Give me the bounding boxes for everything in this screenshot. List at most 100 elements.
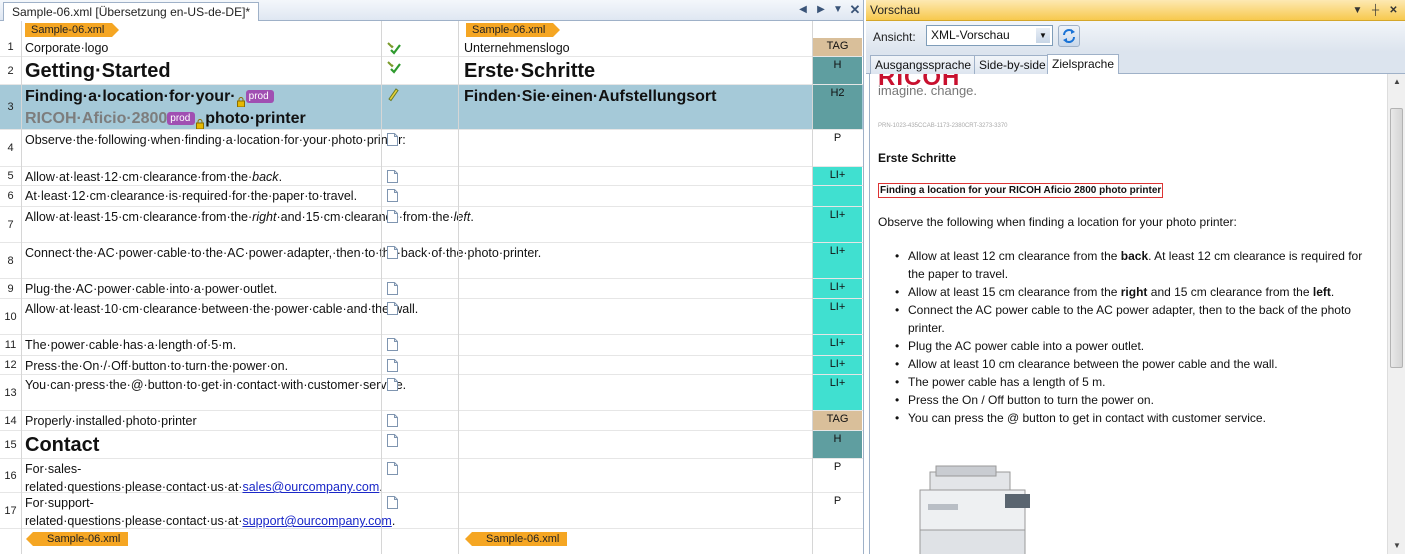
target-text[interactable]: Unternehmenslogo [464,39,809,57]
prod-tag[interactable]: prod [245,90,274,104]
source-text[interactable]: Getting·Started [25,58,377,85]
part-number: PRN-1023-435CCAB-1173-2380CRT-3273-3370 [878,123,1008,129]
preview-heading: Erste Schritte [878,151,957,165]
segment-row[interactable]: 16 For·sales-related·questions·please·con… [0,459,863,496]
translated-check-icon [386,59,401,74]
source-text[interactable]: Allow·at·least·15·cm·clearance·from·the·… [25,208,474,226]
preview-scrollbar[interactable]: ▲ ▼ [1387,74,1405,554]
preview-toolbar: Ansicht: XML-Vorschau ▼ [866,21,1405,52]
segment-row[interactable]: 10 Allow·at·least·10·cm·clearance·between… [0,299,863,335]
scroll-right-icon[interactable]: ▶ [814,3,828,17]
row-number: 13 [0,375,21,410]
segment-row[interactable]: 14 Properly·installed·photo·printer TAG [0,411,863,431]
document-tab[interactable]: Sample-06.xml [Übersetzung en-US-de-DE]* [3,2,260,21]
structure-tag: TAG [813,38,862,56]
source-text[interactable]: Properly·installed·photo·printer [25,412,377,430]
source-text[interactable]: Contact [25,432,377,459]
scroll-up-icon[interactable]: ▲ [1388,74,1405,90]
tab-side-by-side[interactable]: Side-by-side [974,55,1051,74]
translation-editor: Sample-06.xml [Übersetzung en-US-de-DE]*… [0,0,864,554]
row-number: 17 [0,493,21,528]
row-number: 15 [0,431,21,458]
preview-tabs: Ausgangssprache Side-by-side Zielsprache [866,52,1405,74]
source-text[interactable]: Finding·a·location·for·your· prodRICOH·Af… [25,86,377,130]
list-item: Allow at least 10 cm clearance between t… [890,355,1375,373]
row-number: 9 [0,279,21,298]
structure-tag: H2 [813,85,862,129]
empty-segment-icon [386,337,400,352]
empty-segment-icon [386,188,400,203]
segment-row[interactable]: 7 Allow·at·least·15·cm·clearance·from·the… [0,207,863,243]
row-number: 5 [0,167,21,185]
view-select[interactable]: XML-Vorschau ▼ [926,25,1053,46]
scroll-left-icon[interactable]: ◀ [796,3,810,17]
segment-row[interactable]: 9 Plug·the·AC·power·cable·into·a·power·ou… [0,279,863,299]
source-text[interactable]: Press·the·On·/·Off·button·to·turn·the·po… [25,357,377,375]
source-text[interactable]: For·sales-related·questions·please·conta… [25,460,383,496]
preview-subheading: Finding a location for your RICOH Aficio… [878,183,1164,198]
target-text[interactable]: Erste·Schritte [464,58,809,85]
segment-row[interactable]: 12 Press·the·On·/·Off·button·to·turn·the·… [0,356,863,375]
source-text[interactable]: The·power·cable·has·a·length·of·5·m. [25,336,377,354]
empty-segment-icon [386,495,400,510]
scroll-thumb[interactable] [1390,108,1403,368]
source-text[interactable]: Allow·at·least·10·cm·clearance·between·t… [25,300,418,318]
preview-title: Vorschau [870,3,921,17]
row-number: 1 [0,38,21,56]
row-number: 16 [0,459,21,492]
target-text[interactable]: Finden·Sie·einen·Aufstellungsort [464,86,809,108]
structure-tag: H [813,57,862,84]
pin-icon[interactable]: ┼ [1369,4,1382,17]
structure-tag: LI+ [813,356,862,374]
refresh-icon [1063,29,1075,43]
list-item: Press the On / Off button to turn the po… [890,391,1375,409]
segment-row[interactable]: 5 Allow·at·least·12·cm·clearance·from·the… [0,167,863,186]
source-text[interactable]: You·can·press·the·@·button·to·get·in·con… [25,376,406,394]
segment-row[interactable]: 4 Observe·the·following·when·finding·a·lo… [0,130,863,167]
refresh-button[interactable] [1058,25,1080,47]
close-icon[interactable]: ✕ [1387,4,1400,17]
empty-segment-icon [386,433,400,448]
lock-icon [236,92,245,108]
source-text[interactable]: Corporate·logo [25,39,377,57]
empty-segment-icon [386,413,400,428]
segment-row[interactable]: 13 You·can·press·the·@·button·to·get·in·c… [0,375,863,411]
empty-segment-icon [386,132,400,147]
source-text[interactable]: Plug·the·AC·power·cable·into·a·power·out… [25,280,377,298]
prod-tag[interactable]: prod [167,112,196,126]
row-number: 3 [0,85,21,129]
segment-row[interactable]: 2 Getting·Started Erste·Schritte H [0,57,863,85]
source-text[interactable]: Allow·at·least·12·cm·clearance·from·the·… [25,168,377,186]
file-tag: Sample-06.xml [465,532,568,546]
row-number: 11 [0,335,21,355]
row-number: 8 [0,243,21,278]
source-text[interactable]: Connect·the·AC·power·cable·to·the·AC·pow… [25,244,541,262]
preview-intro: Observe the following when finding a loc… [878,215,1237,229]
scroll-down-icon[interactable]: ▼ [1388,538,1405,554]
email-link[interactable]: sales@ourcompany.com [242,480,379,494]
preview-content: RICOH imagine. change. PRN-1023-435CCAB-… [869,74,1387,554]
chevron-down-icon[interactable]: ▼ [1036,28,1050,43]
segment-row[interactable]: 15 Contact H [0,431,863,459]
segment-row[interactable]: 11 The·power·cable·has·a·length·of·5·m. LI… [0,335,863,356]
segment-row[interactable]: 6 At·least·12·cm·clearance·is·required·fo… [0,186,863,207]
source-text[interactable]: At·least·12·cm·clearance·is·required·for… [25,187,377,205]
source-text[interactable]: For·support-related·questions·please·con… [25,494,395,530]
segment-row[interactable]: 8 Connect·the·AC·power·cable·to·the·AC·po… [0,243,863,279]
chevron-down-icon[interactable]: ▼ [1351,4,1364,17]
tab-ausgangssprache[interactable]: Ausgangssprache [870,55,977,74]
email-link[interactable]: support@ourcompany.com [242,514,391,528]
source-text[interactable]: Observe·the·following·when·finding·a·loc… [25,131,406,149]
tab-zielsprache[interactable]: Zielsprache [1047,54,1120,74]
close-icon[interactable]: ✕ [848,3,862,17]
document-tabstrip: Sample-06.xml [Übersetzung en-US-de-DE]*… [0,0,863,21]
preview-bullet-list: Allow at least 12 cm clearance from the … [890,247,1375,427]
empty-segment-icon [386,281,400,296]
segment-row[interactable]: 3 Finding·a·location·for·your· prodRICOH·A… [0,85,863,130]
list-item: Allow at least 15 cm clearance from the … [890,283,1375,301]
dropdown-icon[interactable]: ▼ [831,3,845,17]
segment-row[interactable]: 17 For·support-related·questions·please·c… [0,493,863,530]
printer-image [919,465,1030,554]
row-number: 7 [0,207,21,242]
segment-row[interactable]: 1 Corporate·logo Unternehmenslogo TAG [0,38,863,57]
